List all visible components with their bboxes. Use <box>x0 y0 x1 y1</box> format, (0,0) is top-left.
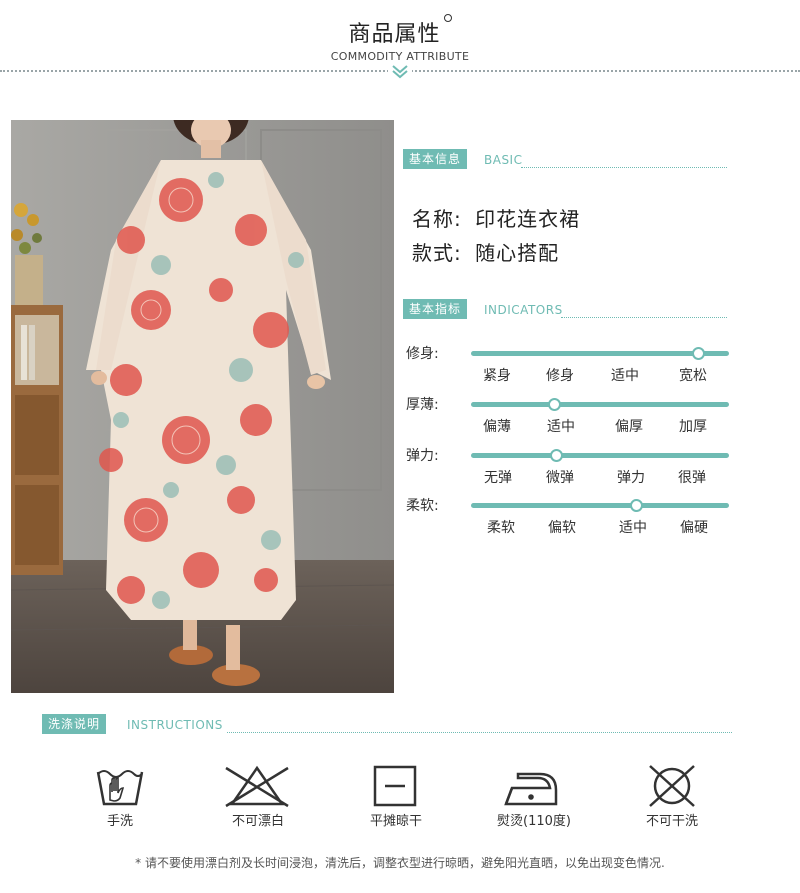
style-label: 款式: <box>412 241 462 265</box>
care-label: 平摊晾干 <box>369 814 422 829</box>
instructions-tag-en: INSTRUCTIONS <box>127 718 223 732</box>
indicator-option: 紧身 <box>483 368 511 384</box>
indicator-option: 无弹 <box>484 470 512 486</box>
instructions-section-header: 洗涤说明 INSTRUCTIONS <box>42 714 732 734</box>
hand-wash-icon <box>96 770 144 806</box>
indicator-option: 宽松 <box>679 368 707 384</box>
care-label: 手洗 <box>106 814 133 829</box>
product-photo <box>11 120 394 693</box>
indicator-option: 偏薄 <box>483 419 511 435</box>
indicator-label: 修身: <box>406 346 439 362</box>
care-label: 不可漂白 <box>231 814 284 829</box>
indicator-label: 弹力: <box>406 448 439 464</box>
basic-tag: 基本信息 <box>403 149 468 169</box>
indicator-option: 微弹 <box>546 470 574 486</box>
indicator-option: 偏硬 <box>680 520 708 536</box>
basic-style-row: 款式: 随心搭配 <box>412 237 559 266</box>
care-label: 熨烫(110度) <box>497 814 571 829</box>
indicator-option: 适中 <box>611 368 639 384</box>
indicator-knob <box>630 499 644 512</box>
no-bleach-icon <box>225 765 289 808</box>
indicator-knob <box>550 449 564 462</box>
care-iron: 熨烫(110度) <box>474 760 594 840</box>
indicator-label: 柔软: <box>406 498 439 514</box>
indicator-option: 很弹 <box>678 470 706 486</box>
indicator-track <box>471 499 729 512</box>
double-chevron-down-icon <box>388 63 412 79</box>
indicator-option: 加厚 <box>679 419 707 435</box>
basic-divider <box>521 167 727 168</box>
indicators-divider <box>561 317 727 318</box>
indicator-option: 修身 <box>546 368 574 384</box>
page-title: 商品属性 <box>0 14 800 48</box>
indicator-elasticity: 弹力: 无弹 微弹 弹力 很弹 <box>406 448 736 503</box>
basic-section-header: 基本信息 BASIC <box>403 149 733 169</box>
care-no-bleach: 不可漂白 <box>198 760 318 840</box>
section-header: 商品属性 COMMODITY ATTRIBUTE <box>0 0 800 90</box>
indicator-knob <box>692 347 706 360</box>
instructions-tag: 洗涤说明 <box>42 714 107 734</box>
care-note: * 请不要使用漂白剂及长时间浸泡，清洗后，调整衣型进行晾晒，避免阳光直晒，以免出… <box>135 856 665 870</box>
indicator-option: 柔软 <box>487 520 515 536</box>
indicator-label: 厚薄: <box>406 397 439 413</box>
care-label: 不可干洗 <box>645 814 698 829</box>
page-title-text: 商品属性 <box>348 22 441 47</box>
indicator-option: 适中 <box>547 419 575 435</box>
care-no-tumble-dry: 不可干洗 <box>612 760 732 840</box>
indicator-option: 偏厚 <box>615 419 643 435</box>
indicators-section-header: 基本指标 INDICATORS <box>403 299 733 319</box>
indicator-thickness: 厚薄: 偏薄 适中 偏厚 加厚 <box>406 397 736 452</box>
style-value: 随心搭配 <box>475 241 560 265</box>
basic-name-row: 名称: 印花连衣裙 <box>412 203 580 232</box>
indicator-knob <box>547 398 561 411</box>
care-flat-dry: 平摊晾干 <box>336 760 456 840</box>
indicators-tag: 基本指标 <box>403 299 468 319</box>
instructions-divider <box>227 732 732 733</box>
indicator-fit: 修身: 紧身 修身 适中 宽松 <box>406 346 736 401</box>
indicator-track <box>471 347 729 360</box>
flat-dry-icon <box>373 765 417 807</box>
indicator-option: 偏软 <box>548 520 576 536</box>
no-tumble-dry-icon <box>649 765 695 807</box>
indicator-track <box>471 398 729 411</box>
care-hand-wash: 手洗 <box>60 760 180 840</box>
iron-icon <box>504 772 558 806</box>
indicators-tag-en: INDICATORS <box>484 303 563 317</box>
indicator-option: 适中 <box>619 520 647 536</box>
indicator-track <box>471 449 729 462</box>
degree-circle-icon <box>443 14 452 22</box>
page-subtitle: COMMODITY ATTRIBUTE <box>330 50 470 63</box>
indicator-softness: 柔软: 柔软 偏软 适中 偏硬 <box>406 498 736 553</box>
name-value: 印花连衣裙 <box>475 207 581 231</box>
name-label: 名称: <box>412 207 462 231</box>
indicator-option: 弹力 <box>617 470 645 486</box>
basic-tag-en: BASIC <box>484 153 523 167</box>
